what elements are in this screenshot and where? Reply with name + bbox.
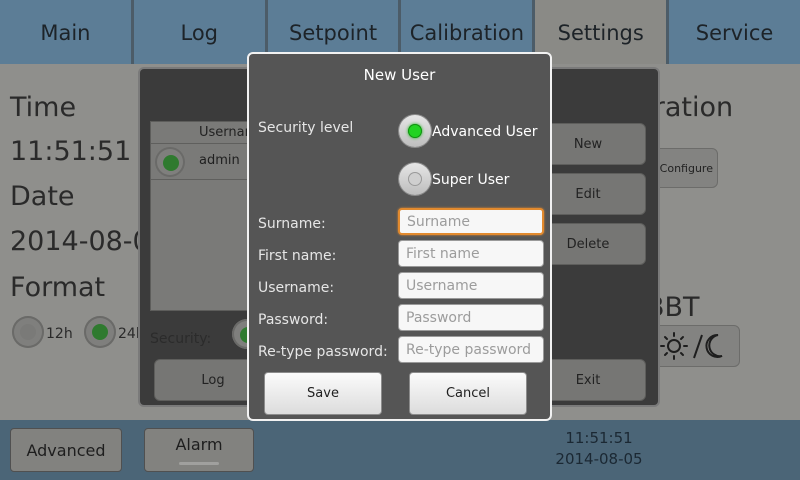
clock-date: 2014-08-05 — [555, 450, 643, 468]
super-user-radio[interactable] — [399, 163, 431, 195]
alarm-button[interactable]: Alarm — [144, 428, 254, 472]
new-user-dialog: New User Security level Advanced User Su… — [247, 52, 552, 421]
status-clock: 11:51:51 2014-08-05 — [540, 428, 658, 470]
security-label: Security: — [150, 331, 212, 347]
password-label: Password: — [258, 312, 329, 328]
time-value: 11:51:51 — [10, 136, 132, 167]
surname-input[interactable] — [398, 208, 544, 235]
retype-password-input[interactable] — [398, 336, 544, 363]
tab-service[interactable]: Service — [669, 0, 800, 64]
bottom-bar: Advanced Alarm 11:51:51 2014-08-05 — [0, 420, 800, 480]
tab-settings[interactable]: Settings — [535, 0, 667, 64]
retype-password-label: Re-type password: — [258, 344, 388, 360]
sun-moon-icon — [660, 332, 723, 360]
date-value: 2014-08-05 — [10, 226, 138, 257]
format-12h-label: 12h — [46, 326, 73, 342]
advanced-button[interactable]: Advanced — [10, 428, 122, 472]
first-name-input[interactable] — [398, 240, 544, 267]
security-level-label: Security level — [258, 120, 354, 136]
surname-label: Surname: — [258, 216, 326, 232]
date-label: Date — [10, 181, 75, 212]
username-input[interactable] — [398, 272, 544, 299]
alarm-button-label: Alarm — [175, 435, 223, 454]
super-user-label[interactable]: Super User — [432, 172, 509, 188]
alarm-indicator — [179, 462, 219, 465]
user-name: admin — [199, 153, 240, 168]
format-24h-radio[interactable] — [84, 316, 116, 348]
username-label: Username: — [258, 280, 335, 296]
save-button[interactable]: Save — [264, 372, 382, 415]
format-label: Format — [10, 272, 106, 303]
time-label: Time — [10, 92, 77, 123]
dialog-title: New User — [363, 66, 436, 84]
first-name-label: First name: — [258, 248, 337, 264]
user-select-radio[interactable] — [155, 147, 185, 177]
clock-time: 11:51:51 — [565, 429, 633, 447]
day-night-toggle[interactable] — [646, 325, 740, 367]
format-24h-label: 24h — [118, 326, 138, 342]
password-input[interactable] — [398, 304, 544, 331]
tab-main[interactable]: Main — [0, 0, 131, 64]
format-12h-radio[interactable] — [12, 316, 44, 348]
tab-log[interactable]: Log — [133, 0, 265, 64]
advanced-user-label[interactable]: Advanced User — [432, 124, 538, 140]
cancel-button[interactable]: Cancel — [409, 372, 527, 415]
advanced-user-radio[interactable] — [399, 115, 431, 147]
